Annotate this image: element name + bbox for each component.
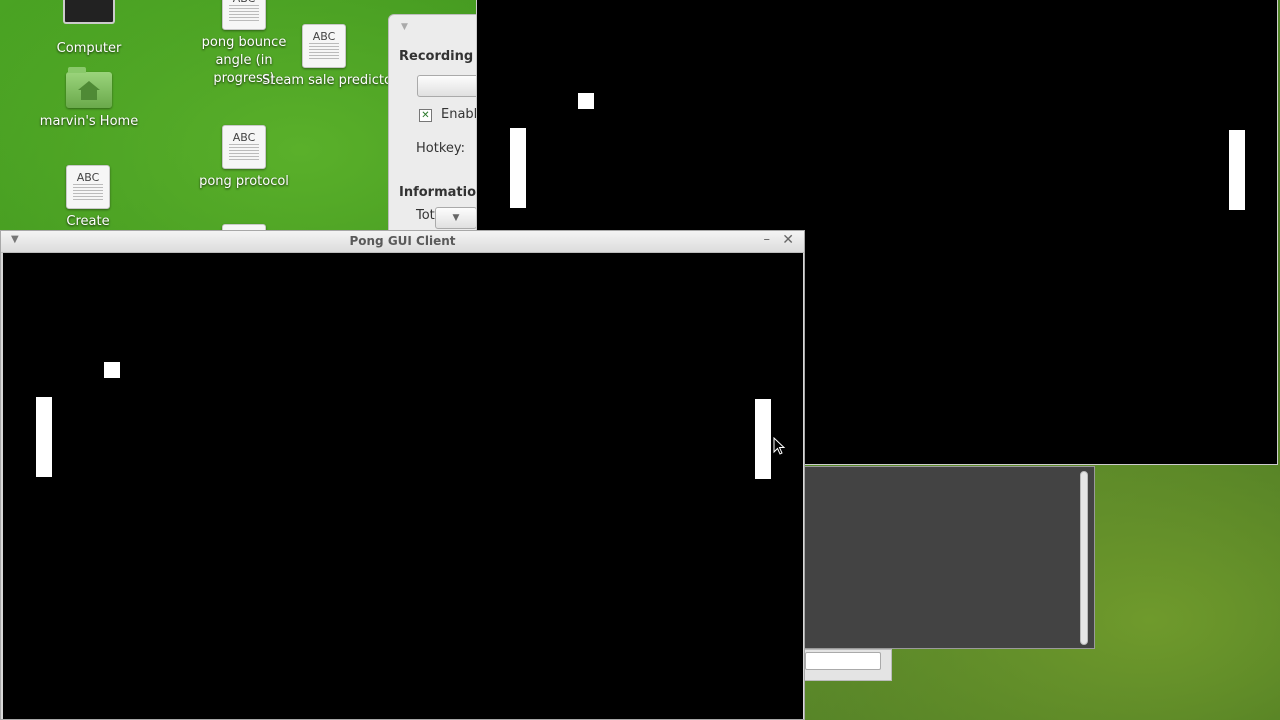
pong-canvas[interactable] bbox=[3, 253, 803, 719]
vertical-scrollbar[interactable] bbox=[1080, 471, 1088, 645]
text-document-icon: ABC bbox=[222, 0, 266, 30]
desktop-icon-label: Computer bbox=[56, 41, 122, 56]
information-header: Information bbox=[399, 185, 486, 200]
recording-panel: ▼ Recording ✕ Enabl Hotkey: Information … bbox=[388, 14, 490, 236]
hotkey-label: Hotkey: bbox=[416, 141, 466, 156]
footer-field[interactable] bbox=[805, 652, 881, 670]
desktop-icon-label: Steam sale predictor bbox=[262, 73, 398, 88]
desktop-icon-computer[interactable]: Computer bbox=[29, 0, 149, 58]
total-label: Tot bbox=[416, 208, 435, 223]
desktop-icon-create[interactable]: ABC Create bbox=[28, 165, 148, 231]
desktop-icon-home[interactable]: marvin's Home bbox=[29, 67, 149, 131]
pong-ball bbox=[578, 93, 594, 109]
computer-icon bbox=[63, 0, 115, 24]
recording-header: Recording bbox=[399, 49, 474, 64]
desktop-icon-steam-sale-predictor[interactable]: ABC Steam sale predictor bbox=[262, 24, 398, 90]
enable-label: Enabl bbox=[441, 107, 478, 122]
close-button[interactable]: ✕ bbox=[782, 232, 794, 248]
text-document-icon: ABC bbox=[302, 24, 346, 68]
right-paddle bbox=[755, 399, 771, 479]
home-folder-icon bbox=[66, 67, 112, 108]
text-document-icon: ABC bbox=[66, 165, 110, 209]
desktop-icon-label: pong protocol bbox=[199, 174, 289, 189]
mouse-cursor-icon bbox=[773, 437, 786, 455]
left-paddle bbox=[510, 128, 526, 208]
total-dropdown[interactable]: ▼ bbox=[435, 207, 477, 229]
left-paddle bbox=[36, 397, 52, 477]
chevron-down-icon: ▼ bbox=[452, 213, 460, 223]
desktop-icon-pong-protocol[interactable]: ABC pong protocol bbox=[184, 125, 304, 191]
grey-window bbox=[800, 466, 1095, 649]
pong-gui-client-window: ▼ Pong GUI Client – ✕ bbox=[0, 230, 805, 720]
minimize-button[interactable]: – bbox=[764, 232, 771, 247]
grey-window-footer bbox=[800, 649, 892, 681]
enable-checkbox[interactable]: ✕ bbox=[419, 109, 432, 122]
window-titlebar[interactable]: ▼ Pong GUI Client – ✕ bbox=[1, 231, 804, 253]
desktop-icon-label: Create bbox=[66, 214, 110, 229]
right-paddle bbox=[1229, 130, 1245, 210]
desktop-icon-label: marvin's Home bbox=[39, 114, 139, 129]
pong-ball bbox=[104, 362, 120, 378]
menu-triangle-icon[interactable]: ▼ bbox=[401, 22, 408, 32]
window-title: Pong GUI Client bbox=[349, 234, 456, 248]
text-document-icon: ABC bbox=[222, 125, 266, 169]
